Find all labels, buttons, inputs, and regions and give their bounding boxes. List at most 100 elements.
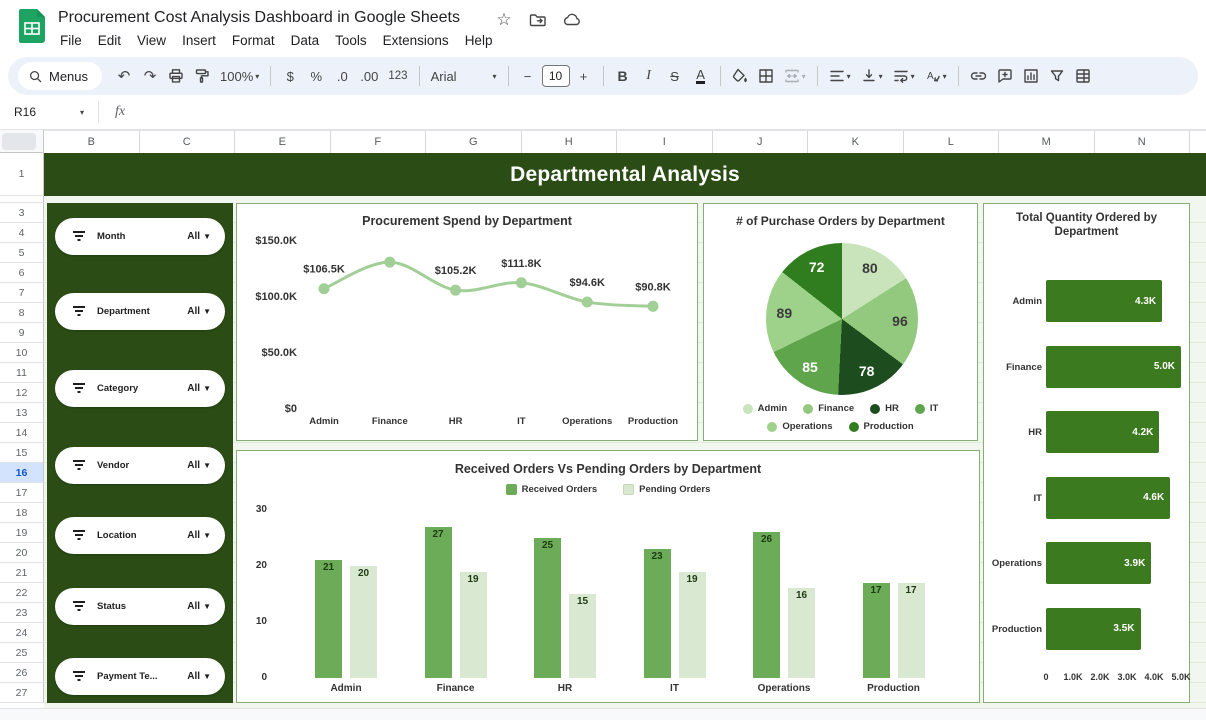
row-header-1[interactable]: 1 bbox=[0, 153, 44, 196]
paint-format-button[interactable] bbox=[190, 63, 214, 89]
row-header-7[interactable]: 7 bbox=[0, 283, 44, 303]
row-header-6[interactable]: 6 bbox=[0, 263, 44, 283]
name-box[interactable]: R16 ▾ bbox=[0, 105, 92, 119]
fill-color-button[interactable] bbox=[728, 63, 752, 89]
row-header-20[interactable]: 20 bbox=[0, 543, 44, 563]
formula-input[interactable] bbox=[125, 95, 1206, 129]
row-header-15[interactable]: 15 bbox=[0, 443, 44, 463]
filter-value-dropdown[interactable]: All▼ bbox=[187, 601, 211, 612]
column-header-E[interactable]: E bbox=[235, 131, 331, 153]
filter-value-dropdown[interactable]: All▼ bbox=[187, 383, 211, 394]
insert-comment-button[interactable] bbox=[993, 63, 1017, 89]
row-header-16[interactable]: 16 bbox=[0, 463, 44, 483]
text-rotation-button[interactable]: A ▾ bbox=[921, 63, 951, 89]
row-header-14[interactable]: 14 bbox=[0, 423, 44, 443]
menus-search-button[interactable]: Menus bbox=[18, 62, 102, 90]
row-header-3[interactable]: 3 bbox=[0, 203, 44, 223]
font-family-select[interactable]: Arial▾ bbox=[427, 63, 501, 89]
zoom-select[interactable]: 100%▾ bbox=[216, 63, 263, 89]
chart-purchase-orders-pie[interactable]: # of Purchase Orders by Department809678… bbox=[703, 203, 978, 441]
column-header-C[interactable]: C bbox=[140, 131, 236, 153]
column-header-K[interactable]: K bbox=[808, 131, 904, 153]
column-header-H[interactable]: H bbox=[522, 131, 618, 153]
borders-button[interactable] bbox=[754, 63, 778, 89]
chart-procurement-spend[interactable]: Procurement Spend by Department$0$50.0K$… bbox=[236, 203, 698, 441]
undo-button[interactable]: ↶ bbox=[112, 63, 136, 89]
column-header-J[interactable]: J bbox=[713, 131, 809, 153]
row-header-8[interactable]: 8 bbox=[0, 303, 44, 323]
filter-value-dropdown[interactable]: All▼ bbox=[187, 671, 211, 682]
menu-insert[interactable]: Insert bbox=[174, 30, 224, 51]
create-filter-button[interactable] bbox=[1045, 63, 1069, 89]
column-header-L[interactable]: L bbox=[904, 131, 1000, 153]
print-button[interactable] bbox=[164, 63, 188, 89]
move-to-folder-icon[interactable] bbox=[528, 10, 548, 30]
menu-file[interactable]: File bbox=[52, 30, 90, 51]
redo-button[interactable]: ↷ bbox=[138, 63, 162, 89]
menu-help[interactable]: Help bbox=[457, 30, 501, 51]
insert-chart-button[interactable] bbox=[1019, 63, 1043, 89]
column-header-B[interactable]: B bbox=[44, 131, 140, 153]
menu-data[interactable]: Data bbox=[283, 30, 328, 51]
column-header-I[interactable]: I bbox=[617, 131, 713, 153]
row-header-10[interactable]: 10 bbox=[0, 343, 44, 363]
cloud-status-icon[interactable] bbox=[562, 10, 582, 30]
chart-received-vs-pending[interactable]: Received Orders Vs Pending Orders by Dep… bbox=[236, 450, 980, 703]
row-header-9[interactable]: 9 bbox=[0, 323, 44, 343]
column-header-F[interactable]: F bbox=[331, 131, 427, 153]
filter-category[interactable]: CategoryAll▼ bbox=[55, 370, 225, 407]
row-header-23[interactable]: 23 bbox=[0, 603, 44, 623]
filter-location[interactable]: LocationAll▼ bbox=[55, 517, 225, 554]
filter-vendor[interactable]: VendorAll▼ bbox=[55, 447, 225, 484]
horizontal-align-button[interactable]: ▾ bbox=[825, 63, 855, 89]
filter-value-dropdown[interactable]: All▼ bbox=[187, 460, 211, 471]
insert-link-button[interactable] bbox=[966, 63, 991, 89]
format-percent-button[interactable]: % bbox=[304, 63, 328, 89]
chart-total-quantity[interactable]: Total Quantity Ordered byDepartmentAdmin… bbox=[983, 203, 1190, 703]
menu-format[interactable]: Format bbox=[224, 30, 283, 51]
format-currency-button[interactable]: $ bbox=[278, 63, 302, 89]
document-title[interactable]: Procurement Cost Analysis Dashboard in G… bbox=[58, 9, 460, 27]
row-header-11[interactable]: 11 bbox=[0, 363, 44, 383]
filter-payment-te[interactable]: Payment Te...All▼ bbox=[55, 658, 225, 695]
filter-department[interactable]: DepartmentAll▼ bbox=[55, 293, 225, 330]
menu-edit[interactable]: Edit bbox=[90, 30, 129, 51]
decrease-decimal-button[interactable]: .0 bbox=[330, 63, 354, 89]
filter-month[interactable]: MonthAll▼ bbox=[55, 218, 225, 255]
row-header-24[interactable]: 24 bbox=[0, 623, 44, 643]
filter-status[interactable]: StatusAll▼ bbox=[55, 588, 225, 625]
row-header-25[interactable]: 25 bbox=[0, 643, 44, 663]
select-all-corner[interactable] bbox=[0, 130, 44, 153]
row-header-27[interactable]: 27 bbox=[0, 683, 44, 703]
row-header-26[interactable]: 26 bbox=[0, 663, 44, 683]
increase-font-size-button[interactable]: + bbox=[572, 63, 596, 89]
bold-button[interactable]: B bbox=[611, 63, 635, 89]
row-header-17[interactable]: 17 bbox=[0, 483, 44, 503]
row-header-19[interactable]: 19 bbox=[0, 523, 44, 543]
menu-extensions[interactable]: Extensions bbox=[375, 30, 457, 51]
filter-value-dropdown[interactable]: All▼ bbox=[187, 530, 211, 541]
column-header-M[interactable]: M bbox=[999, 131, 1095, 153]
row-header-21[interactable]: 21 bbox=[0, 563, 44, 583]
strikethrough-button[interactable]: S bbox=[663, 63, 687, 89]
row-header-5[interactable]: 5 bbox=[0, 243, 44, 263]
menu-view[interactable]: View bbox=[129, 30, 174, 51]
merge-cells-button[interactable]: ▾ bbox=[780, 63, 810, 89]
row-header-13[interactable]: 13 bbox=[0, 403, 44, 423]
decrease-font-size-button[interactable]: − bbox=[516, 63, 540, 89]
menu-tools[interactable]: Tools bbox=[327, 30, 375, 51]
row-header-2[interactable] bbox=[0, 196, 44, 203]
column-header-O[interactable]: O bbox=[1190, 131, 1206, 153]
row-header-18[interactable]: 18 bbox=[0, 503, 44, 523]
row-header-4[interactable]: 4 bbox=[0, 223, 44, 243]
row-header-12[interactable]: 12 bbox=[0, 383, 44, 403]
vertical-align-button[interactable]: ▾ bbox=[857, 63, 887, 89]
filter-value-dropdown[interactable]: All▼ bbox=[187, 306, 211, 317]
star-icon[interactable]: ☆ bbox=[494, 10, 514, 30]
increase-decimal-button[interactable]: .00 bbox=[356, 63, 382, 89]
row-header-22[interactable]: 22 bbox=[0, 583, 44, 603]
text-color-button[interactable]: A bbox=[689, 63, 713, 89]
font-size-input[interactable]: 10 bbox=[542, 65, 570, 87]
functions-button[interactable] bbox=[1071, 63, 1095, 89]
more-formats-button[interactable]: 123 bbox=[384, 63, 411, 89]
